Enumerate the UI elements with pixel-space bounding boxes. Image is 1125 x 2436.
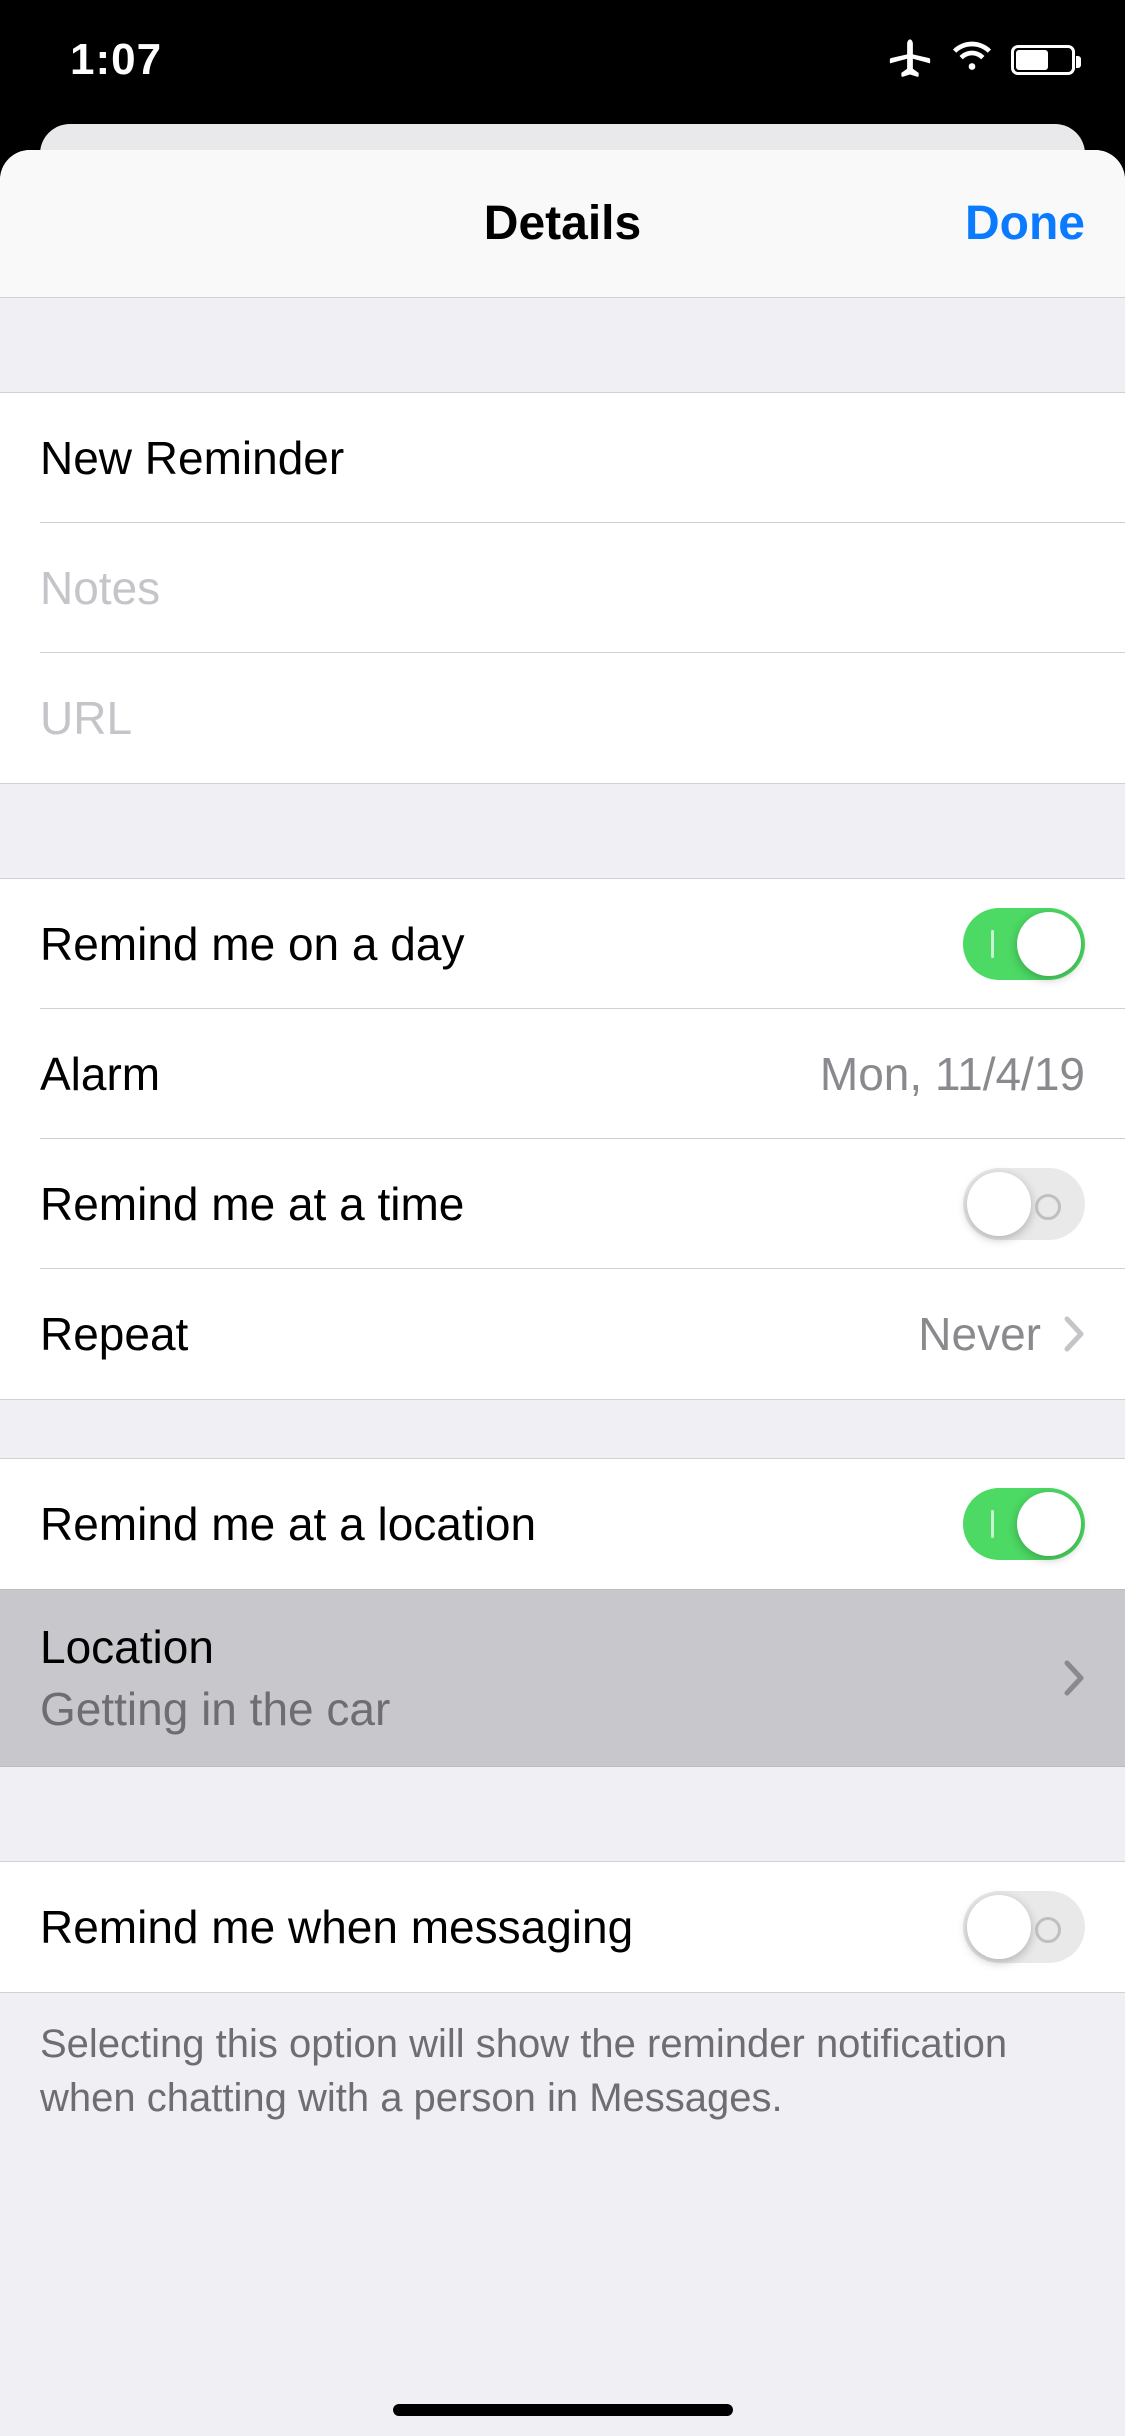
wifi-icon — [951, 37, 993, 84]
location-label: Location — [40, 1620, 390, 1674]
remind-messaging-label: Remind me when messaging — [40, 1900, 633, 1954]
alarm-value: Mon, 11/4/19 — [820, 1047, 1085, 1101]
messaging-footer-note: Selecting this option will show the remi… — [0, 1993, 1125, 2149]
repeat-label: Repeat — [40, 1307, 188, 1361]
remind-day-label: Remind me on a day — [40, 917, 464, 971]
home-indicator — [393, 2404, 733, 2416]
url-input[interactable] — [40, 655, 1085, 781]
title-notes-section — [0, 392, 1125, 784]
remind-day-toggle[interactable] — [963, 908, 1085, 980]
remind-day-row: Remind me on a day — [0, 879, 1125, 1009]
remind-time-label: Remind me at a time — [40, 1177, 464, 1231]
remind-messaging-row: Remind me when messaging — [0, 1862, 1125, 1992]
location-row[interactable]: Location Getting in the car — [0, 1589, 1125, 1767]
alarm-row[interactable]: Alarm Mon, 11/4/19 — [0, 1009, 1125, 1139]
messaging-section: Remind me when messaging — [0, 1861, 1125, 1993]
chevron-right-icon — [1063, 1315, 1085, 1353]
status-icons — [887, 35, 1075, 86]
section-spacer — [0, 1400, 1125, 1458]
alarm-label: Alarm — [40, 1047, 160, 1101]
reminder-title-row[interactable] — [0, 393, 1125, 523]
day-time-section: Remind me on a day Alarm Mon, 11/4/19 Re… — [0, 878, 1125, 1400]
section-spacer — [0, 1767, 1125, 1861]
chevron-right-icon — [1063, 1659, 1085, 1697]
section-spacer — [0, 298, 1125, 392]
reminder-title-input[interactable] — [40, 395, 1085, 521]
remind-messaging-toggle[interactable] — [963, 1891, 1085, 1963]
page-title: Details — [484, 196, 641, 251]
notes-input[interactable] — [40, 525, 1085, 651]
remind-location-row: Remind me at a location — [0, 1459, 1125, 1589]
url-row[interactable] — [0, 653, 1125, 783]
remind-location-label: Remind me at a location — [40, 1497, 536, 1551]
details-modal: Details Done Remind me on a day Alarm Mo… — [0, 150, 1125, 2436]
repeat-value: Never — [918, 1307, 1041, 1361]
status-bar: 1:07 — [0, 0, 1125, 120]
location-value: Getting in the car — [40, 1682, 390, 1736]
repeat-row[interactable]: Repeat Never — [0, 1269, 1125, 1399]
remind-time-toggle[interactable] — [963, 1168, 1085, 1240]
done-button[interactable]: Done — [965, 150, 1085, 297]
section-spacer — [0, 784, 1125, 878]
modal-navbar: Details Done — [0, 150, 1125, 298]
remind-location-toggle[interactable] — [963, 1488, 1085, 1560]
remind-time-row: Remind me at a time — [0, 1139, 1125, 1269]
status-time: 1:07 — [70, 35, 162, 85]
airplane-mode-icon — [887, 35, 933, 86]
notes-row[interactable] — [0, 523, 1125, 653]
location-section: Remind me at a location — [0, 1458, 1125, 1589]
battery-icon — [1011, 45, 1075, 75]
